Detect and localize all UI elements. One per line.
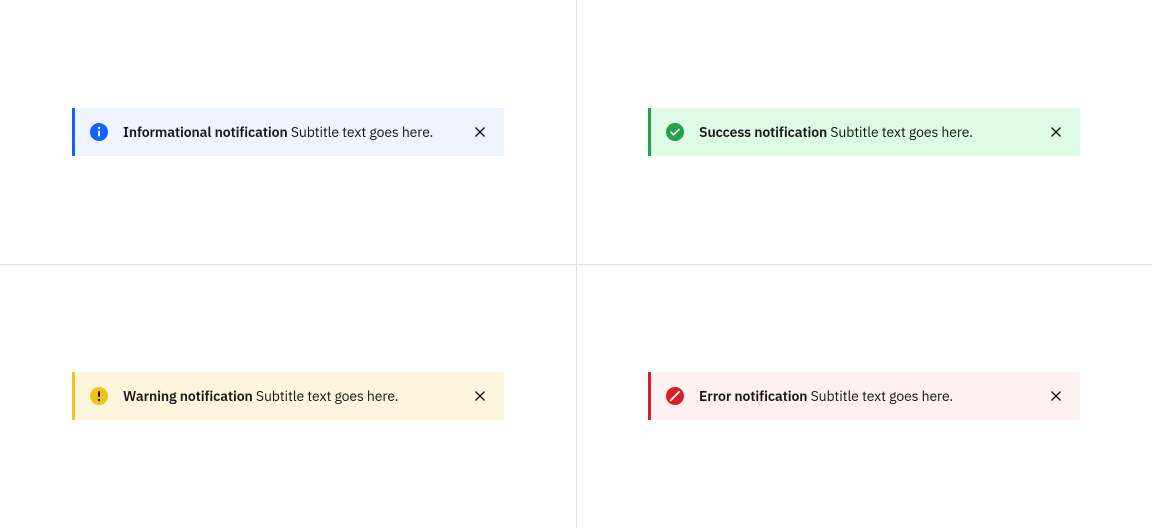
- notification-subtitle: Subtitle text goes here.: [256, 387, 398, 405]
- error-filled-icon: [665, 386, 685, 406]
- close-icon: [1048, 388, 1064, 404]
- close-icon: [1048, 124, 1064, 140]
- close-button[interactable]: [1046, 122, 1066, 142]
- quadrant-success: Success notification Subtitle text goes …: [576, 0, 1152, 264]
- close-icon: [472, 124, 488, 140]
- notification-text: Warning notification Subtitle text goes …: [123, 387, 460, 405]
- notification-subtitle: Subtitle text goes here.: [830, 123, 972, 141]
- notification-text: Error notification Subtitle text goes he…: [699, 387, 1036, 405]
- notification-text: Informational notification Subtitle text…: [123, 123, 460, 141]
- close-button[interactable]: [1046, 386, 1066, 406]
- notification-success: Success notification Subtitle text goes …: [648, 108, 1080, 156]
- checkmark-filled-icon: [665, 122, 685, 142]
- notification-subtitle: Subtitle text goes here.: [291, 123, 433, 141]
- close-button[interactable]: [470, 122, 490, 142]
- notification-subtitle: Subtitle text goes here.: [811, 387, 953, 405]
- info-filled-icon: [89, 122, 109, 142]
- quadrant-error: Error notification Subtitle text goes he…: [576, 264, 1152, 528]
- notification-info: Informational notification Subtitle text…: [72, 108, 504, 156]
- close-icon: [472, 388, 488, 404]
- quadrant-info: Informational notification Subtitle text…: [0, 0, 576, 264]
- notification-error: Error notification Subtitle text goes he…: [648, 372, 1080, 420]
- quadrant-warning: Warning notification Subtitle text goes …: [0, 264, 576, 528]
- close-button[interactable]: [470, 386, 490, 406]
- notification-title: Warning notification: [123, 387, 253, 405]
- notification-title: Informational notification: [123, 123, 288, 141]
- notification-title: Success notification: [699, 123, 827, 141]
- notification-text: Success notification Subtitle text goes …: [699, 123, 1036, 141]
- notification-title: Error notification: [699, 387, 807, 405]
- notification-warning: Warning notification Subtitle text goes …: [72, 372, 504, 420]
- warning-filled-icon: [89, 386, 109, 406]
